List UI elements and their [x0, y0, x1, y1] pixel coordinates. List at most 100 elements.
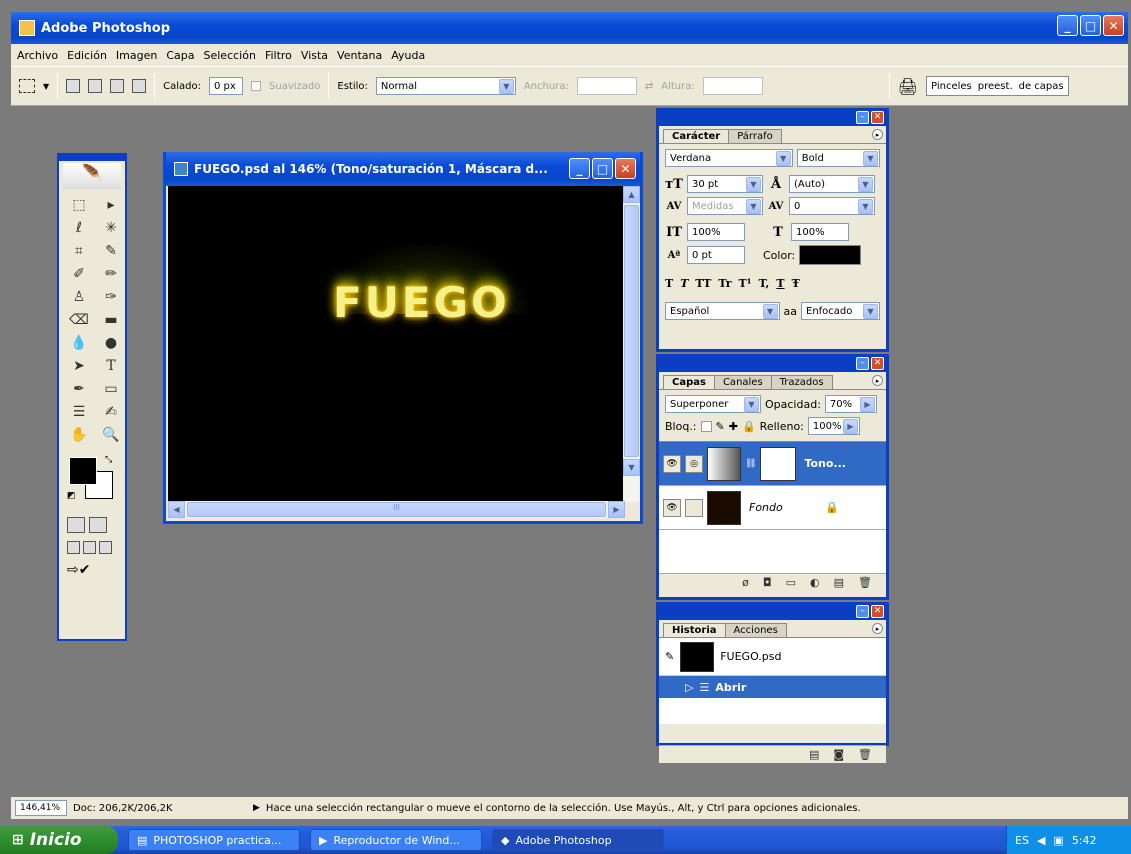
palette-close-button[interactable]: ✕ — [871, 604, 884, 618]
font-style-select[interactable]: Bold ▼ — [796, 149, 880, 167]
zoom-level-input[interactable]: 146,41% — [15, 800, 67, 816]
healing-brush-icon[interactable]: ✐ — [65, 264, 93, 284]
antialias-select[interactable]: Enfocado ▼ — [801, 302, 880, 320]
menu-ventana[interactable]: Ventana — [337, 49, 382, 62]
blend-mode-select[interactable]: Superponer ▼ — [665, 395, 761, 413]
tab-de-capas[interactable]: de capas — [1019, 81, 1064, 92]
vertical-scroll-thumb[interactable] — [624, 205, 639, 457]
kerning-select[interactable]: Medidas ▼ — [687, 197, 763, 215]
lock-all-icon[interactable]: 🔒 — [742, 420, 756, 433]
anchura-input[interactable] — [576, 77, 637, 95]
palette-titlebar[interactable]: – ✕ — [659, 602, 886, 620]
tab-canales[interactable]: Canales — [713, 375, 772, 389]
eye-icon[interactable]: 👁 — [663, 498, 681, 517]
baseline-shift-input[interactable]: 0 pt — [687, 246, 745, 264]
tab-historia[interactable]: Historia — [663, 623, 726, 637]
chevron-down-icon[interactable]: ▼ — [746, 198, 761, 214]
faux-bold-button[interactable]: T — [665, 277, 673, 290]
canvas[interactable]: FUEGO — [168, 186, 625, 502]
tracking-select[interactable]: 0 ▼ — [789, 197, 875, 215]
doc-maximize-button[interactable]: □ — [592, 158, 613, 179]
tab-caracter[interactable]: Carácter — [663, 129, 730, 143]
palette-well-icon[interactable]: 🖨 — [898, 77, 918, 96]
palette-minimize-button[interactable]: – — [856, 110, 869, 124]
chevron-down-icon[interactable]: ▼ — [863, 150, 878, 166]
document-window[interactable]: FUEGO.psd al 146% (Tono/saturación 1, Má… — [163, 152, 643, 524]
scroll-up-icon[interactable]: ▲ — [623, 186, 640, 203]
minimize-button[interactable]: _ — [1057, 15, 1078, 36]
shape-icon[interactable]: ▭ — [97, 379, 125, 399]
chevron-down-icon[interactable]: ▼ — [43, 82, 49, 91]
eyedropper-icon[interactable]: ✍ — [97, 402, 125, 422]
chevron-down-icon[interactable]: ▼ — [498, 78, 514, 94]
path-selection-icon[interactable]: ➤ — [65, 356, 93, 376]
chevron-down-icon[interactable]: ▼ — [775, 150, 791, 166]
chevron-down-icon[interactable]: ▼ — [863, 303, 878, 319]
marquee-icon[interactable]: ⬚ — [65, 195, 93, 215]
eraser-icon[interactable]: ⌫ — [65, 310, 93, 330]
blur-icon[interactable]: 💧 — [65, 333, 93, 353]
new-group-icon[interactable]: ▭ — [786, 576, 796, 589]
superscript-button[interactable]: T¹ — [739, 277, 752, 290]
history-brush-icon[interactable]: ✑ — [97, 287, 125, 307]
menu-imagen[interactable]: Imagen — [116, 49, 157, 62]
tab-capas[interactable]: Capas — [663, 375, 715, 389]
tab-parrafo[interactable]: Párrafo — [728, 129, 782, 143]
quick-mask-icon[interactable] — [89, 517, 107, 533]
add-mask-icon[interactable]: ◘ — [763, 576, 772, 589]
close-button[interactable]: ✕ — [1103, 15, 1124, 36]
scroll-left-icon[interactable]: ◀ — [168, 501, 185, 518]
lock-transparency-icon[interactable] — [700, 420, 712, 432]
hand-icon[interactable]: ✋ — [65, 425, 93, 445]
tab-trazados[interactable]: Trazados — [770, 375, 833, 389]
faux-italic-button[interactable]: T — [680, 277, 688, 290]
new-document-from-state-icon[interactable]: ▤ — [809, 748, 819, 761]
all-caps-button[interactable]: TT — [695, 277, 711, 290]
chevron-right-icon[interactable]: ▶ — [859, 396, 875, 412]
text-color-swatch[interactable] — [799, 245, 862, 265]
screen-mode-full-icon[interactable] — [99, 541, 112, 554]
vertical-scale-input[interactable]: 100% — [687, 223, 745, 241]
history-step-abrir[interactable]: ▷ ☰ Abrir — [659, 676, 886, 698]
lock-pixels-icon[interactable]: ✎ — [716, 420, 725, 433]
chevron-down-icon[interactable]: ▼ — [858, 198, 873, 214]
gradient-icon[interactable]: ▬ — [97, 310, 125, 330]
menu-vista[interactable]: Vista — [301, 49, 328, 62]
start-button[interactable]: ⊞ Inicio — [0, 826, 118, 854]
magic-wand-icon[interactable]: ✳ — [97, 218, 125, 238]
horizontal-scroll-thumb[interactable]: III — [187, 502, 606, 517]
pen-icon[interactable]: ✒ — [65, 379, 93, 399]
palette-titlebar[interactable]: – ✕ — [659, 354, 886, 372]
eye-icon[interactable]: 👁 — [663, 454, 681, 473]
fill-input[interactable]: 100% ▶ — [807, 417, 860, 435]
history-brush-source-icon[interactable]: ✎ — [665, 650, 674, 663]
palette-close-button[interactable]: ✕ — [871, 356, 884, 370]
doc-minimize-button[interactable]: _ — [569, 158, 590, 179]
jump-to-imageready-icon[interactable]: ⇨✔ — [59, 558, 125, 582]
language-select[interactable]: Español ▼ — [665, 302, 780, 320]
new-selection-icon[interactable] — [66, 79, 81, 93]
task-adobe-photoshop[interactable]: ◆ Adobe Photoshop — [492, 829, 664, 851]
clone-stamp-icon[interactable]: ♙ — [65, 287, 93, 307]
subscript-button[interactable]: T, — [759, 277, 770, 290]
chevron-down-icon[interactable]: ▼ — [746, 176, 761, 192]
screen-mode-standard-icon[interactable] — [67, 541, 80, 554]
move-icon[interactable]: ▸ — [97, 195, 125, 215]
crop-icon[interactable]: ⌗ — [65, 241, 93, 261]
opacity-input[interactable]: 70% ▶ — [824, 395, 877, 413]
scroll-right-icon[interactable]: ▶ — [608, 501, 625, 518]
altura-input[interactable] — [702, 77, 763, 95]
layer-style-icon[interactable]: ø — [742, 576, 749, 589]
scroll-down-icon[interactable]: ▼ — [623, 459, 640, 476]
new-snapshot-icon[interactable]: ◙ — [833, 748, 844, 761]
tab-preest[interactable]: preest. — [978, 81, 1013, 92]
palette-menu-icon[interactable]: ▸ — [872, 375, 883, 386]
small-caps-button[interactable]: Tr — [718, 277, 731, 290]
notes-icon[interactable]: ☰ — [65, 402, 93, 422]
network-icon[interactable]: ▣ — [1053, 834, 1063, 847]
intersect-selection-icon[interactable] — [132, 79, 147, 93]
task-photoshop-practica[interactable]: ▤ PHOTOSHOP practica... — [128, 829, 300, 851]
suavizado-checkbox[interactable] — [251, 81, 262, 91]
maximize-button[interactable]: □ — [1080, 15, 1101, 36]
new-layer-icon[interactable]: ▤ — [834, 576, 844, 589]
